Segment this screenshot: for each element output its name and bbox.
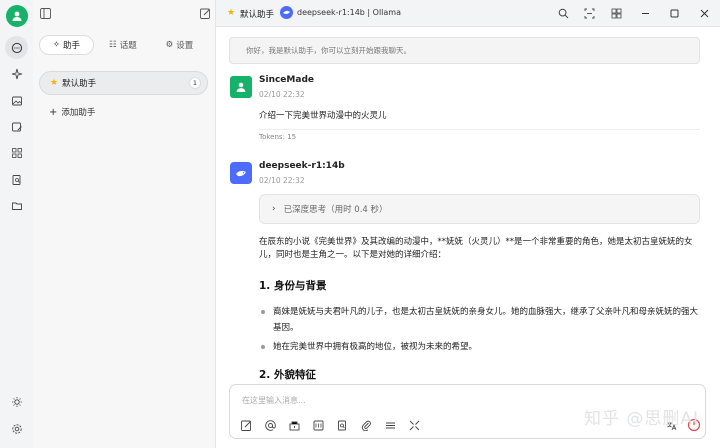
chevron-right-icon: › [272, 204, 276, 214]
assistant-item-label: 默认助手 [62, 79, 97, 89]
expand-icon[interactable] [407, 418, 421, 432]
gear-icon: ⚙ [165, 40, 174, 50]
user-message-text: 介绍一下完美世界动漫中的火灵儿 [259, 111, 387, 121]
chat-icon[interactable] [5, 36, 28, 59]
attachment-icon[interactable] [359, 418, 373, 432]
divider [259, 129, 700, 130]
theme-sun-icon[interactable] [8, 393, 25, 410]
user-avatar[interactable] [6, 5, 28, 27]
bullet-dot [261, 345, 265, 349]
search-icon[interactable] [556, 6, 570, 20]
maximize-icon[interactable] [667, 6, 681, 20]
section-heading: 1. 身份与背景 [259, 280, 327, 292]
user-name: SinceMade [259, 75, 314, 85]
user-message-time: 02/10 22:32 [259, 90, 305, 99]
list-item: 她在完美世界中拥有极高的地位，被视为未来的希望。 [273, 342, 478, 352]
reasoning-label: 已深度思考（用时 0.4 秒） [283, 205, 388, 215]
screenshot-icon[interactable] [582, 6, 596, 20]
reasoning-toggle[interactable]: › 已深度思考（用时 0.4 秒） [259, 194, 700, 224]
tab-assistants[interactable]: ✧ 助手 [39, 35, 94, 55]
topic-count-badge: 1 [189, 77, 201, 89]
tab-label: 设置 [176, 41, 194, 51]
message-input[interactable] [242, 393, 542, 407]
prompt-library-icon[interactable] [311, 418, 325, 432]
star-icon: ★ [227, 8, 236, 18]
model-logo-icon [280, 6, 293, 19]
new-chat-icon[interactable] [198, 6, 212, 20]
sparkle-icon: ✧ [52, 40, 61, 50]
left-rail [0, 0, 33, 448]
image-icon[interactable] [8, 92, 25, 109]
current-assistant-name: 默认助手 [240, 10, 275, 20]
bot-intro-paragraph: 在辰东的小说《完美世界》及其改编的动漫中，**妩妩（火灵儿）**是一个非常重要的… [259, 237, 693, 260]
tab-topics[interactable]: ☷ 话题 [94, 35, 152, 55]
bot-message-avatar [230, 162, 252, 184]
minimize-icon[interactable] [638, 6, 652, 20]
list-icon: ☷ [109, 40, 117, 50]
list-item: 裔妹是妩妩与夫君叶凡的儿子，也是太初古皇妩妩的亲身女儿。她的血脉强大，继承了父亲… [273, 307, 699, 333]
assistant-item-default[interactable]: ★ 默认助手 1 [39, 71, 208, 95]
token-count: Tokens: 15 [259, 133, 297, 141]
star-icon: ★ [50, 78, 59, 88]
tab-label: 话题 [119, 41, 137, 51]
sidebar-tabs: ✧ 助手 ☷ 话题 ⚙ 设置 [39, 35, 209, 55]
chat-panel: 你好，我是默认助手，你可以立刻开始跟我聊天。 SinceMade 02/10 2… [216, 27, 720, 448]
greeting-text: 你好，我是默认助手，你可以立刻开始跟我聊天。 [246, 46, 411, 55]
model-selector[interactable]: deepseek-r1:14b | Ollama [297, 8, 401, 17]
close-icon[interactable] [697, 6, 711, 20]
bullet-dot [261, 310, 265, 314]
watermark: 知乎 @思删AI [584, 409, 700, 429]
tab-label: 助手 [63, 41, 81, 51]
add-assistant-button[interactable]: + 添加助手 [49, 106, 96, 119]
layout-icon[interactable] [609, 6, 623, 20]
chat-titlebar: ★ 默认助手 deepseek-r1:14b | Ollama [216, 0, 720, 27]
section-heading: 2. 外貌特征 [259, 369, 316, 381]
knowledge-base-icon[interactable] [287, 418, 301, 432]
bot-message-time: 02/10 22:32 [259, 176, 305, 185]
edit-icon[interactable] [239, 418, 253, 432]
app-window: ✧ 助手 ☷ 话题 ⚙ 设置 ★ 默认助手 1 + 添加助手 ★ 默认助手 de… [0, 0, 720, 448]
mention-icon[interactable] [263, 418, 277, 432]
sparkle-icon[interactable] [8, 65, 25, 82]
image-edit-icon[interactable] [8, 118, 25, 135]
plus-icon: + [49, 106, 58, 118]
doc-search-icon[interactable] [8, 171, 25, 188]
settings-gear-icon[interactable] [8, 420, 25, 437]
assistant-sidebar: ✧ 助手 ☷ 话题 ⚙ 设置 ★ 默认助手 1 + 添加助手 [33, 0, 216, 448]
greeting-banner: 你好，我是默认助手，你可以立刻开始跟我聊天。 [229, 37, 700, 64]
apps-icon[interactable] [8, 144, 25, 161]
tab-settings[interactable]: ⚙ 设置 [152, 35, 207, 55]
folder-icon[interactable] [8, 197, 25, 214]
sidebar-toggle-icon[interactable] [38, 6, 52, 20]
web-search-icon[interactable] [335, 418, 349, 432]
clear-context-icon[interactable] [383, 418, 397, 432]
user-message-avatar [230, 76, 252, 98]
bot-name: deepseek-r1:14b [259, 161, 345, 171]
add-assistant-label: 添加助手 [61, 108, 96, 118]
